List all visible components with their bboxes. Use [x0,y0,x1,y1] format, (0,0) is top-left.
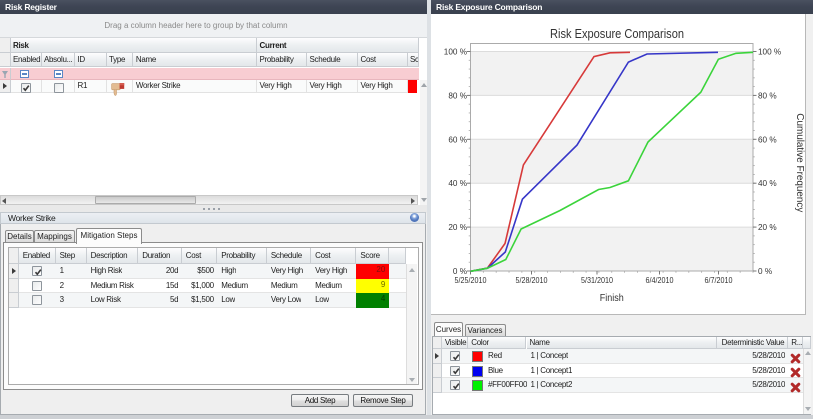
svg-text:60 %: 60 % [448,135,467,144]
svg-text:60 %: 60 % [758,135,777,144]
svg-text:100 %: 100 % [444,48,467,57]
svg-text:5/25/2010: 5/25/2010 [455,275,487,285]
svg-text:5/31/2010: 5/31/2010 [581,275,613,285]
svg-text:Finish: Finish [600,292,624,304]
svg-text:100 %: 100 % [758,48,781,57]
svg-text:20 %: 20 % [448,223,467,232]
svg-text:5/28/2010: 5/28/2010 [516,275,548,285]
svg-text:6/4/2010: 6/4/2010 [646,275,674,285]
svg-text:Cumulative Frequency: Cumulative Frequency [794,113,806,213]
svg-text:6/7/2010: 6/7/2010 [705,275,733,285]
svg-text:80 %: 80 % [758,91,777,100]
svg-text:40 %: 40 % [448,179,467,188]
svg-text:80 %: 80 % [448,91,467,100]
svg-text:20 %: 20 % [758,223,777,232]
svg-text:0 %: 0 % [758,267,772,276]
svg-text:40 %: 40 % [758,179,777,188]
svg-text:Risk Exposure Comparison: Risk Exposure Comparison [550,27,684,41]
